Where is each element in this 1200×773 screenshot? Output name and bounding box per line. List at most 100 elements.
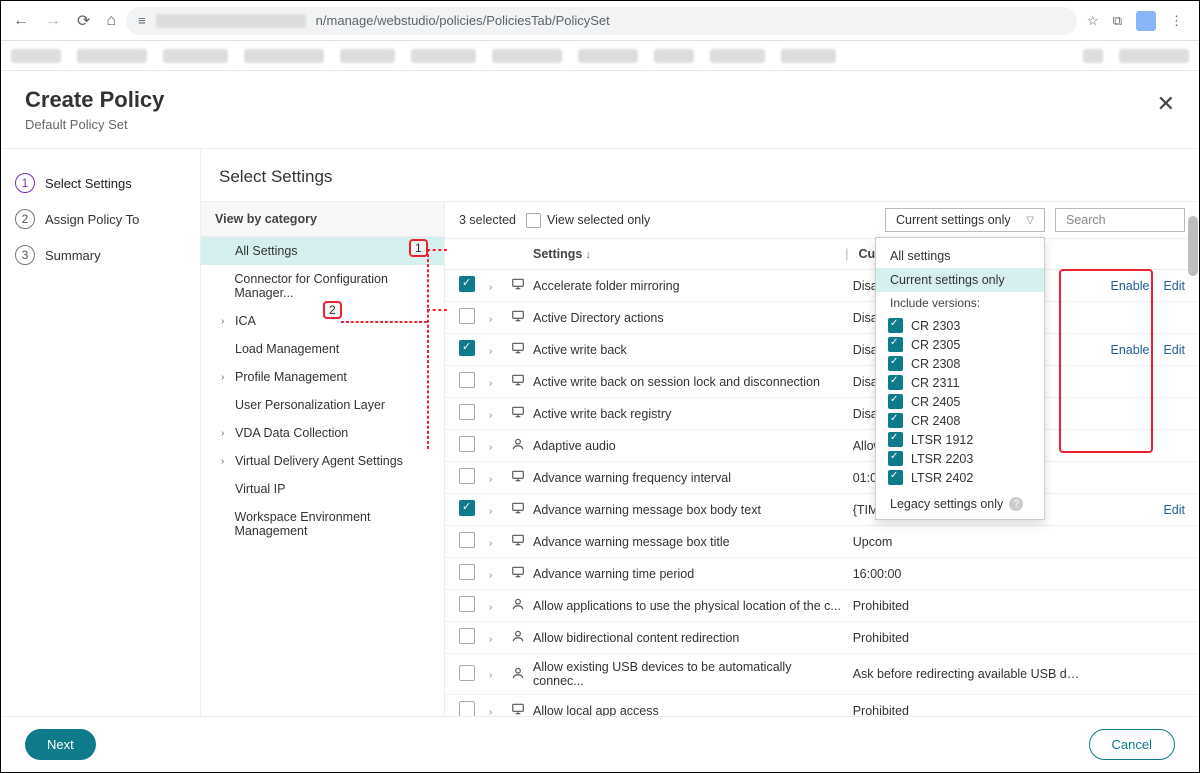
version-option[interactable]: CR 2303 [888, 316, 1032, 335]
expand-icon[interactable]: › [489, 538, 492, 549]
row-checkbox[interactable] [459, 500, 475, 516]
filter-opt-all[interactable]: All settings [876, 244, 1044, 268]
row-checkbox[interactable] [459, 468, 475, 484]
expand-icon[interactable]: › [489, 570, 492, 581]
star-icon[interactable]: ☆ [1087, 13, 1099, 29]
category-item[interactable]: ›Profile Management [201, 363, 444, 391]
legacy-settings-toggle[interactable]: Legacy settings only ? [876, 489, 1044, 513]
wizard-footer: Next Cancel [1, 716, 1199, 772]
help-icon[interactable]: ? [1009, 497, 1023, 511]
row-checkbox[interactable] [459, 276, 475, 292]
expand-icon[interactable]: › [489, 634, 492, 645]
version-option[interactable]: LTSR 2203 [888, 449, 1032, 468]
version-option[interactable]: CR 2311 [888, 373, 1032, 392]
setting-name: Allow bidirectional content redirection [533, 631, 853, 645]
expand-icon[interactable]: › [489, 410, 492, 421]
table-row: › Adaptive audio Allowed [445, 430, 1199, 462]
forward-icon[interactable]: → [45, 12, 61, 30]
expand-icon[interactable]: › [489, 474, 492, 485]
chevron-down-icon: ▽ [1026, 215, 1034, 226]
profile-avatar[interactable] [1136, 11, 1156, 31]
extensions-icon[interactable]: ⧉ [1113, 13, 1122, 29]
setting-value: 16:00:00 [853, 567, 1085, 581]
version-option[interactable]: LTSR 1912 [888, 430, 1032, 449]
selected-count: 3 selected [459, 213, 516, 227]
row-checkbox[interactable] [459, 340, 475, 356]
category-item[interactable]: ›Virtual IP [201, 475, 444, 503]
category-item[interactable]: ›Virtual Delivery Agent Settings [201, 447, 444, 475]
category-item[interactable]: ›Connector for Configuration Manager... [201, 265, 444, 307]
row-checkbox[interactable] [459, 532, 475, 548]
row-checkbox[interactable] [459, 372, 475, 388]
version-option[interactable]: CR 2405 [888, 392, 1032, 411]
monitor-icon [511, 533, 533, 550]
row-checkbox[interactable] [459, 404, 475, 420]
row-checkbox[interactable] [459, 596, 475, 612]
home-icon[interactable]: ⌂ [106, 12, 116, 30]
monitor-icon [511, 469, 533, 486]
wizard-step[interactable]: 3Summary [1, 237, 200, 273]
settings-filter-dropdown[interactable]: Current settings only ▽ All settings Cur… [885, 208, 1045, 232]
table-row: › Advance warning time period 16:00:00 [445, 558, 1199, 590]
category-item[interactable]: ›User Personalization Layer [201, 391, 444, 419]
enable-link[interactable]: Enable [1111, 343, 1150, 357]
table-row: › Allow existing USB devices to be autom… [445, 654, 1199, 695]
version-option[interactable]: CR 2305 [888, 335, 1032, 354]
expand-icon[interactable]: › [489, 506, 492, 517]
wizard-step[interactable]: 1Select Settings [1, 165, 200, 201]
window-scrollbar[interactable] [1188, 216, 1198, 276]
row-checkbox[interactable] [459, 665, 475, 681]
setting-value: Upcom [853, 535, 1085, 549]
edit-link[interactable]: Edit [1163, 279, 1185, 293]
setting-value: Ask before redirecting available USB dev… [853, 667, 1085, 681]
wizard-step[interactable]: 2Assign Policy To [1, 201, 200, 237]
row-checkbox[interactable] [459, 308, 475, 324]
filter-opt-current[interactable]: Current settings only [876, 268, 1044, 292]
row-checkbox[interactable] [459, 564, 475, 580]
expand-icon[interactable]: › [489, 282, 492, 293]
version-option[interactable]: CR 2308 [888, 354, 1032, 373]
enable-link[interactable]: Enable [1111, 279, 1150, 293]
category-item[interactable]: ›All Settings [201, 237, 444, 265]
setting-name: Advance warning message box title [533, 535, 853, 549]
view-selected-toggle[interactable]: View selected only [526, 213, 650, 228]
monitor-icon [511, 565, 533, 582]
kebab-icon[interactable]: ⋮ [1170, 13, 1183, 29]
reload-icon[interactable]: ⟳ [77, 11, 90, 31]
category-item[interactable]: ›VDA Data Collection [201, 419, 444, 447]
close-icon[interactable]: ✕ [1157, 87, 1175, 117]
row-checkbox[interactable] [459, 436, 475, 452]
expand-icon[interactable]: › [489, 314, 492, 325]
expand-icon[interactable]: › [489, 378, 492, 389]
setting-name: Active Directory actions [533, 311, 853, 325]
setting-name: Allow existing USB devices to be automat… [533, 660, 853, 688]
next-button[interactable]: Next [25, 729, 96, 760]
address-bar[interactable]: ≡ n/manage/webstudio/policies/PoliciesTa… [126, 7, 1077, 35]
expand-icon[interactable]: › [489, 602, 492, 613]
site-info-icon[interactable]: ≡ [138, 13, 146, 28]
table-row: › Advance warning message box body text … [445, 494, 1199, 526]
expand-icon[interactable]: › [489, 346, 492, 357]
cancel-button[interactable]: Cancel [1089, 729, 1175, 760]
page-subtitle: Default Policy Set [25, 117, 164, 132]
version-option[interactable]: LTSR 2402 [888, 468, 1032, 487]
setting-name: Active write back on session lock and di… [533, 375, 853, 389]
table-row: › Active write back registry Disable [445, 398, 1199, 430]
search-input[interactable]: Search [1055, 208, 1185, 232]
table-row: › Allow bidirectional content redirectio… [445, 622, 1199, 654]
table-row: › Allow applications to use the physical… [445, 590, 1199, 622]
row-checkbox[interactable] [459, 628, 475, 644]
callout-number-2: 2 [323, 301, 342, 319]
expand-icon[interactable]: › [489, 670, 492, 681]
edit-link[interactable]: Edit [1163, 343, 1185, 357]
monitor-icon [511, 341, 533, 358]
category-item[interactable]: ›Workspace Environment Management [201, 503, 444, 545]
page-header: Create Policy Default Policy Set ✕ [1, 71, 1199, 149]
edit-link[interactable]: Edit [1163, 503, 1185, 517]
col-settings[interactable]: Settings [533, 247, 845, 261]
expand-icon[interactable]: › [489, 442, 492, 453]
back-icon[interactable]: ← [13, 12, 29, 30]
category-item[interactable]: ›Load Management [201, 335, 444, 363]
row-checkbox[interactable] [459, 701, 475, 717]
version-option[interactable]: CR 2408 [888, 411, 1032, 430]
